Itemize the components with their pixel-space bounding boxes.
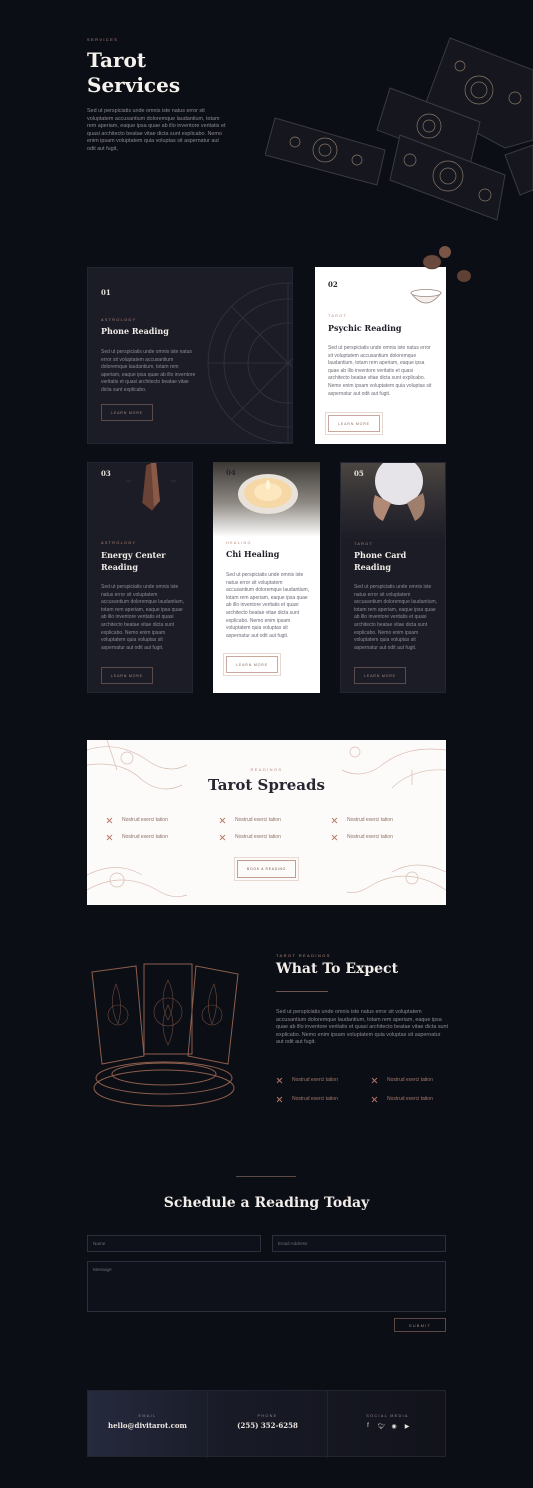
list-item: Nostrud exerci tation [331, 834, 393, 840]
card-number: 03 [101, 469, 111, 478]
email-field[interactable]: Email Address [272, 1235, 446, 1252]
social-column: Social Media f 🐦︎ ◉ ▶ [328, 1391, 447, 1458]
facebook-icon[interactable]: f [365, 1423, 371, 1430]
expect-text: Sed ut perspiciatis unde omnis iste natu… [276, 1009, 449, 1046]
card-text: Sed ut perspiciatis unde omnis iste natu… [328, 345, 432, 397]
card-number: 01 [101, 288, 111, 297]
card-number: 04 [226, 468, 236, 477]
card-number: 05 [354, 469, 364, 478]
x-mark-icon [106, 834, 112, 840]
message-field[interactable]: Message [87, 1261, 446, 1312]
email-label: Email [138, 1414, 157, 1418]
card-category: Astrology [101, 318, 137, 322]
list-item: Nostrud exerci tation [219, 834, 281, 840]
social-label: Social Media [366, 1414, 409, 1418]
twitter-icon[interactable]: 🐦︎ [378, 1423, 386, 1430]
card-title: Chi Healing [226, 549, 280, 559]
list-item: Nostrud exerci tation [371, 1096, 433, 1102]
card-text: Sed ut perspiciatis unde omnis iste natu… [226, 572, 310, 639]
tarot-cards-illustration [265, 37, 533, 221]
schedule-title: Schedule a Reading Today [163, 1195, 370, 1211]
learn-more-button[interactable]: Learn More [101, 667, 153, 684]
list-item: Nostrud exerci tation [276, 1077, 338, 1083]
email-column: Email hello@divitarot.com [88, 1391, 207, 1458]
phone-label: Phone [257, 1414, 278, 1418]
card-title: Energy Center Reading [101, 550, 166, 572]
x-mark-icon [371, 1077, 377, 1083]
card-text: Sed ut perspiciatis unde omnis iste natu… [354, 584, 438, 651]
card-category: Healing [226, 541, 252, 545]
learn-more-button[interactable]: Learn More [354, 667, 406, 684]
card-category: Tarot [354, 542, 374, 546]
floating-stones-decoration [422, 246, 471, 282]
learn-more-button[interactable]: Learn More [325, 412, 383, 435]
card-number: 02 [328, 280, 338, 289]
card-text: Sed ut perspiciatis unde omnis iste natu… [101, 349, 196, 393]
page-title: Tarot Services [87, 48, 181, 97]
expect-eyebrow: Tarot Readings [276, 953, 331, 958]
contact-footer: Email hello@divitarot.com Phone (255) 35… [87, 1390, 447, 1458]
x-mark-icon [219, 817, 225, 823]
book-reading-button[interactable]: Book a Reading [234, 857, 299, 881]
spreads-title: Tarot Spreads [208, 776, 325, 794]
candle-icon [238, 474, 298, 514]
list-item: Nostrud exerci tation [276, 1096, 338, 1102]
service-card: 03 Astrology Energy Center Reading Sed u… [87, 462, 193, 693]
list-item: Nostrud exerci tation [106, 817, 168, 823]
x-mark-icon [331, 834, 337, 840]
crystal-ball-icon [373, 463, 425, 521]
tarot-deck-illustration [91, 963, 239, 1107]
x-mark-icon [276, 1096, 282, 1102]
instagram-icon[interactable]: ◉ [391, 1423, 397, 1430]
divider [276, 991, 328, 992]
list-item: Nostrud exerci tation [219, 817, 281, 823]
card-title: Phone Reading [101, 326, 169, 336]
service-card: 04 Healing Chi Healing Sed ut perspiciat… [213, 462, 320, 693]
phone-column: Phone (255) 352-6258 [208, 1391, 327, 1458]
card-text: Sed ut perspiciatis unde omnis iste natu… [101, 584, 185, 651]
crystal-illustration [126, 463, 176, 512]
hero-eyebrow: Services [87, 37, 119, 42]
x-mark-icon [276, 1077, 282, 1083]
divider [236, 1176, 296, 1177]
email-link[interactable]: hello@divitarot.com [88, 1421, 207, 1430]
list-item: Nostrud exerci tation [331, 817, 393, 823]
service-card: 01 Astrology Phone Reading Sed ut perspi… [87, 267, 293, 444]
social-icons: f 🐦︎ ◉ ▶ [328, 1423, 447, 1430]
card-category: Tarot [328, 314, 348, 318]
name-field[interactable]: Name [87, 1235, 261, 1252]
learn-more-button[interactable]: Learn More [101, 404, 153, 421]
x-mark-icon [331, 817, 337, 823]
x-mark-icon [106, 817, 112, 823]
card-title: Phone Card Reading [354, 550, 407, 572]
card-title: Psychic Reading [328, 323, 402, 333]
x-mark-icon [219, 834, 225, 840]
tarot-spreads-section: Readings Tarot Spreads Nostrud exerci ta… [87, 740, 446, 905]
service-card: 02 Tarot Psychic Reading Sed ut perspici… [315, 267, 446, 444]
spreads-eyebrow: Readings [250, 767, 283, 772]
card-category: Astrology [101, 541, 137, 545]
hero-text: Sed ut perspiciatis unde omnis iste natu… [87, 108, 226, 152]
list-item: Nostrud exerci tation [106, 834, 168, 840]
learn-more-button[interactable]: Learn More [223, 653, 281, 676]
list-item: Nostrud exerci tation [371, 1077, 433, 1083]
expect-title: What To Expect [276, 961, 399, 977]
zodiac-wheel-illustration [207, 282, 292, 443]
youtube-icon[interactable]: ▶ [404, 1423, 410, 1430]
submit-button[interactable]: Submit [394, 1318, 446, 1332]
phone-link[interactable]: (255) 352-6258 [208, 1421, 327, 1430]
service-card: 05 Tarot Phone Card Reading Sed ut persp… [340, 462, 446, 693]
x-mark-icon [371, 1096, 377, 1102]
